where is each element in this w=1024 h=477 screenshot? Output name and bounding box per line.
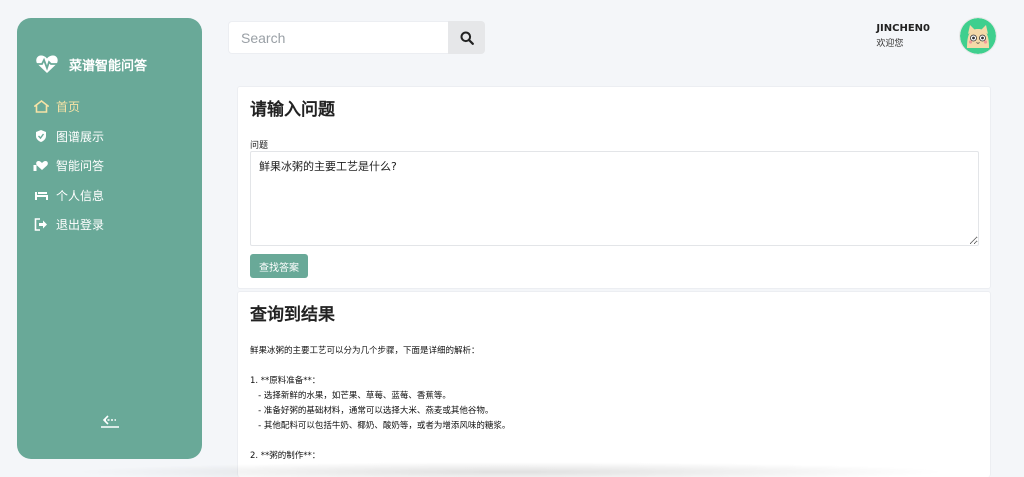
brand-name: 菜谱智能问答 [69, 58, 148, 74]
search-bar [228, 21, 485, 54]
answer-line: 鲜果冰粥的主要工艺可以分为几个步骤，下面是详细的解析： [250, 346, 480, 356]
user-name: JINCHEN0 [876, 23, 930, 34]
shield-icon [33, 129, 49, 143]
user-menu[interactable]: JINCHEN0 欢迎您 [876, 18, 996, 54]
collapse-arrow-icon [101, 415, 119, 428]
sidebar-item-label: 首页 [56, 100, 81, 115]
result-card: 查询到结果 鲜果冰粥的主要工艺可以分为几个步骤，下面是详细的解析： 1. **原… [237, 291, 991, 477]
sidebar-item-profile[interactable]: 个人信息 [33, 181, 193, 211]
find-answer-button[interactable]: 查找答案 [250, 254, 308, 278]
home-icon [33, 100, 49, 114]
user-greeting: 欢迎您 [876, 39, 904, 49]
question-card: 请输入问题 问题 鲜果冰粥的主要工艺是什么? 查找答案 [237, 86, 991, 289]
sidebar-item-label: 个人信息 [56, 188, 105, 203]
sidebar-item-label: 退出登录 [56, 218, 105, 233]
collapse-sidebar-button[interactable] [99, 410, 121, 432]
answer-line: - 准备好粥的基础材料，通常可以选择大米、燕麦或其他谷物。 [250, 406, 494, 416]
search-input[interactable] [228, 21, 448, 54]
user-info: JINCHEN0 欢迎您 [876, 23, 930, 49]
answer-line: - 其他配料可以包括牛奶、椰奶、酸奶等，或者为增添风味的糖浆。 [250, 421, 511, 431]
question-card-title: 请输入问题 [250, 100, 335, 120]
answer-line: - 选择新鲜的水果，如芒果、草莓、蓝莓、香蕉等。 [250, 391, 451, 401]
sidebar: 菜谱智能问答 首页 图谱展示 智能问答 个人信息 退出登录 [17, 18, 202, 459]
sidebar-item-qa[interactable]: 智能问答 [33, 151, 193, 181]
search-button[interactable] [448, 21, 485, 54]
answer-line: 1. **原料准备**： [250, 376, 321, 386]
sidebar-item-graph[interactable]: 图谱展示 [33, 122, 193, 152]
result-card-title: 查询到结果 [250, 305, 335, 325]
brand: 菜谱智能问答 [35, 54, 147, 74]
heartbeat-icon [36, 55, 58, 73]
avatar[interactable] [960, 18, 996, 54]
sidebar-item-label: 图谱展示 [56, 129, 105, 144]
bottom-shadow [70, 462, 950, 477]
sidebar-item-label: 智能问答 [56, 159, 105, 174]
logout-icon [33, 218, 49, 232]
sidebar-item-logout[interactable]: 退出登录 [33, 210, 193, 240]
bed-icon [33, 188, 49, 202]
answer-line [250, 359, 510, 374]
cat-avatar-icon [960, 18, 996, 54]
answer-text: 鲜果冰粥的主要工艺可以分为几个步骤，下面是详细的解析： 1. **原料准备**：… [250, 344, 510, 464]
question-field-label: 问题 [250, 141, 269, 151]
sidebar-nav: 首页 图谱展示 智能问答 个人信息 退出登录 [33, 92, 193, 240]
question-textarea[interactable]: 鲜果冰粥的主要工艺是什么? [250, 151, 979, 246]
search-icon [460, 31, 474, 45]
answer-line [250, 434, 510, 449]
heart-hand-icon [33, 159, 49, 173]
sidebar-item-home[interactable]: 首页 [33, 92, 193, 122]
